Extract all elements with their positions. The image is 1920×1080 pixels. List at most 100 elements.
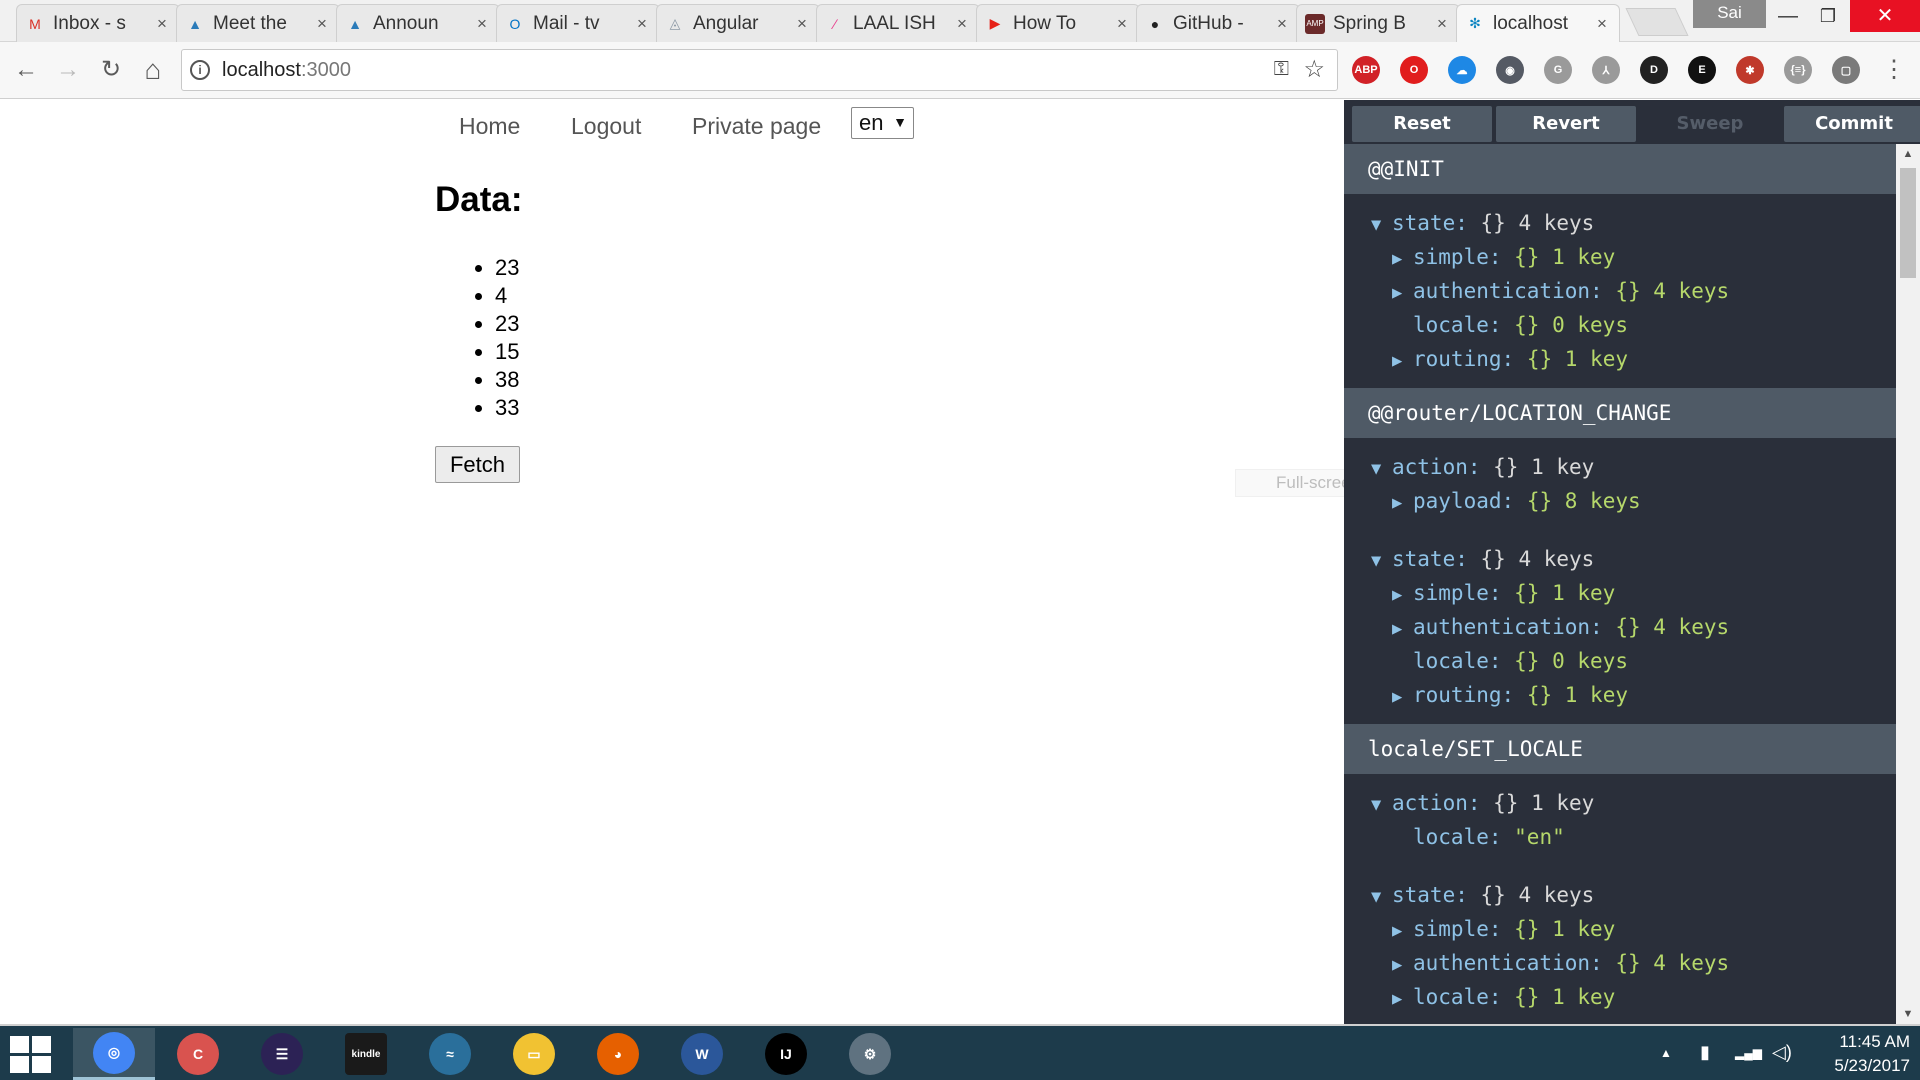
devtools-scrollbar[interactable]: ▲ ▼	[1896, 144, 1920, 1024]
tab-close-icon[interactable]: ×	[1273, 14, 1291, 34]
tray-chevron-icon[interactable]: ▲	[1660, 1046, 1672, 1060]
intellij-taskbar-icon[interactable]: IJ	[745, 1028, 827, 1080]
site-info-icon[interactable]: i	[190, 60, 210, 80]
browser-tab[interactable]: ▲ Announ ×	[336, 4, 500, 42]
scrollbar-thumb[interactable]	[1900, 168, 1916, 278]
devtools-reset-button[interactable]: Reset	[1352, 106, 1492, 142]
scroll-down-arrow-icon[interactable]: ▼	[1896, 1004, 1920, 1024]
g-extension-icon[interactable]: G	[1544, 56, 1572, 84]
back-icon[interactable]: ←	[10, 54, 42, 86]
tab-title: Mail - tv	[533, 12, 600, 34]
action-header[interactable]: @@INIT	[1344, 144, 1896, 194]
chrome-menu-icon[interactable]: ⋮	[1878, 54, 1910, 86]
devtools-sweep-button[interactable]: Sweep	[1640, 106, 1780, 142]
browser-tab[interactable]: AMP Spring B ×	[1296, 4, 1460, 42]
nav-home-link[interactable]: Home	[459, 113, 520, 140]
state-tree-row[interactable]: ▶ authentication: {} 4 keys	[1392, 946, 1729, 980]
nav-logout-link[interactable]: Logout	[571, 113, 641, 140]
tab-close-icon[interactable]: ×	[793, 14, 811, 34]
browser-tab[interactable]: ◬ Angular ×	[656, 4, 820, 42]
system-clock[interactable]: 11:45 AM 5/23/2017	[1810, 1030, 1910, 1078]
state-tree-row[interactable]: ▶ routing: {} 1 key	[1392, 678, 1628, 712]
e-badge-extension-icon[interactable]: E	[1688, 56, 1716, 84]
forward-icon[interactable]: →	[52, 54, 84, 86]
tab-close-icon[interactable]: ×	[1593, 14, 1611, 34]
tab-close-icon[interactable]: ×	[1113, 14, 1131, 34]
json-extension-icon[interactable]: {≡}	[1784, 56, 1812, 84]
opera-vpn-icon[interactable]: O	[1400, 56, 1428, 84]
state-tree-row[interactable]: ▶ payload: {} 8 keys	[1392, 484, 1641, 518]
scroll-up-arrow-icon[interactable]: ▲	[1896, 144, 1920, 164]
tab-close-icon[interactable]: ×	[633, 14, 651, 34]
locale-select[interactable]: en ▼	[851, 107, 914, 139]
key-icon[interactable]: ⚿	[1274, 58, 1289, 81]
action-header[interactable]: locale/SET_LOCALE	[1344, 724, 1896, 774]
nav-private-page-link[interactable]: Private page	[692, 113, 821, 140]
eye-extension-icon[interactable]: ◉	[1496, 56, 1524, 84]
devtools-commit-button[interactable]: Commit	[1784, 106, 1920, 142]
state-tree-row[interactable]: ▶ locale: {} 1 key	[1392, 980, 1615, 1014]
square-extension-icon[interactable]: ▢	[1832, 56, 1860, 84]
network-icon[interactable]: ▂▄▆	[1735, 1046, 1762, 1060]
tab-close-icon[interactable]: ×	[473, 14, 491, 34]
fetch-button[interactable]: Fetch	[435, 446, 520, 483]
state-tree-row[interactable]: locale: "en"	[1392, 820, 1565, 854]
settings-taskbar-icon[interactable]: ⚙	[829, 1028, 911, 1080]
eclipse-taskbar-icon[interactable]: ☰	[241, 1028, 323, 1080]
profile-button[interactable]: Sai	[1693, 0, 1766, 28]
devtools-log[interactable]: @@INIT ▼ state: {} 4 keys ▶ simple: {} 1 key…	[1344, 144, 1896, 1024]
maximize-icon[interactable]: ❐	[1805, 0, 1851, 32]
browser-tab[interactable]: ▲ Meet the ×	[176, 4, 340, 42]
chrome-taskbar-icon[interactable]: ◎	[73, 1028, 155, 1080]
windows-start-icon[interactable]	[10, 1036, 54, 1074]
tab-close-icon[interactable]: ×	[313, 14, 331, 34]
tree-space	[1506, 211, 1519, 235]
d-extension-icon[interactable]: D	[1640, 56, 1668, 84]
file-explorer-taskbar-icon[interactable]: ▭	[493, 1028, 575, 1080]
redux-devtools-extension-icon[interactable]: ✱	[1736, 56, 1764, 84]
state-tree-row[interactable]: ▼ state: {} 4 keys	[1371, 878, 1594, 912]
bookmark-star-icon[interactable]: ☆	[1303, 55, 1325, 84]
browser-tab[interactable]: O Mail - tv ×	[496, 4, 660, 42]
home-icon[interactable]: ⌂	[137, 54, 169, 86]
pdf-extension-icon[interactable]: ⅄	[1592, 56, 1620, 84]
url-text[interactable]: localhost:3000	[222, 59, 351, 82]
tab-close-icon[interactable]: ×	[1433, 14, 1451, 34]
new-tab-button[interactable]	[1625, 8, 1689, 36]
firefox-taskbar-icon[interactable]: ◕	[577, 1028, 659, 1080]
action-header[interactable]: @@router/LOCATION_CHANGE	[1344, 388, 1896, 438]
devtools-revert-button[interactable]: Revert	[1496, 106, 1636, 142]
state-tree-row[interactable]: locale: {} 0 keys	[1392, 644, 1628, 678]
onedrive-icon[interactable]: ☁	[1448, 56, 1476, 84]
kindle-taskbar-icon[interactable]: kindle	[325, 1028, 407, 1080]
close-window-icon[interactable]: ✕	[1850, 0, 1920, 32]
tab-close-icon[interactable]: ×	[953, 14, 971, 34]
state-tree-row[interactable]: ▶ authentication: {} 4 keys	[1392, 610, 1729, 644]
browser-tab[interactable]: ● GitHub - ×	[1136, 4, 1300, 42]
reload-icon[interactable]: ↻	[95, 54, 127, 86]
state-tree-row[interactable]: ▶ simple: {} 1 key	[1392, 240, 1615, 274]
browser-tab[interactable]: ∕ LAAL ISH ×	[816, 4, 980, 42]
word-taskbar-icon[interactable]: W	[661, 1028, 743, 1080]
state-tree-row[interactable]: ▼ state: {} 4 keys	[1371, 206, 1594, 240]
tree-colon: :	[1467, 455, 1494, 479]
ccleaner-taskbar-icon[interactable]: C	[157, 1028, 239, 1080]
adblock-plus-icon[interactable]: ABP	[1352, 56, 1380, 84]
mysql-workbench-taskbar-icon[interactable]: ≈	[409, 1028, 491, 1080]
state-tree-row[interactable]: ▼ action: {} 1 key	[1371, 786, 1594, 820]
state-tree-row[interactable]: ▶ simple: {} 1 key	[1392, 912, 1615, 946]
state-tree-row[interactable]: ▶ simple: {} 1 key	[1392, 576, 1615, 610]
address-bar[interactable]: i localhost:3000 ⚿ ☆	[181, 49, 1338, 91]
state-tree-row[interactable]: ▶ routing: {} 1 key	[1392, 342, 1628, 376]
tab-close-icon[interactable]: ×	[153, 14, 171, 34]
browser-tab[interactable]: ▶ How To ×	[976, 4, 1140, 42]
state-tree-row[interactable]: locale: {} 0 keys	[1392, 308, 1628, 342]
state-tree-row[interactable]: ▼ action: {} 1 key	[1371, 450, 1594, 484]
browser-tab[interactable]: ✻ localhost ×	[1456, 4, 1620, 42]
state-tree-row[interactable]: ▶ authentication: {} 4 keys	[1392, 274, 1729, 308]
browser-tab[interactable]: M Inbox - s ×	[16, 4, 180, 42]
state-tree-row[interactable]: ▼ state: {} 4 keys	[1371, 542, 1594, 576]
battery-icon[interactable]: ▮	[1700, 1042, 1710, 1063]
volume-icon[interactable]: ◁)	[1772, 1042, 1792, 1063]
tab-title: GitHub -	[1173, 12, 1244, 34]
